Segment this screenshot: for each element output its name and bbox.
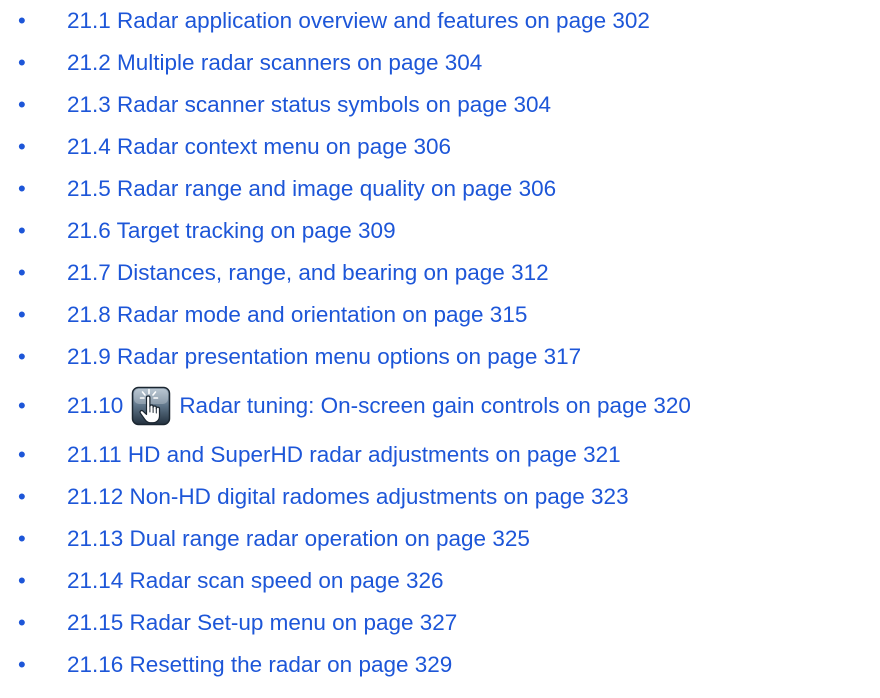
toc-item: • 21.3 Radar scanner status symbols on p… — [18, 84, 868, 126]
toc-item: • 21.6 Target tracking on page 309 — [18, 210, 868, 252]
toc-item: • 21.11 HD and SuperHD radar adjustments… — [18, 434, 868, 476]
toc-link[interactable]: 21.11 HD and SuperHD radar adjustments o… — [67, 434, 621, 476]
toc-link[interactable]: 21.5 Radar range and image quality on pa… — [67, 168, 556, 210]
toc-link-text: Radar tuning: On-screen gain controls on… — [179, 393, 691, 418]
toc-item: • 21.4 Radar context menu on page 306 — [18, 126, 868, 168]
bullet: • — [18, 610, 26, 635]
toc-item: • 21.14 Radar scan speed on page 326 — [18, 560, 868, 602]
toc-item: • 21.1 Radar application overview and fe… — [18, 0, 868, 42]
toc-link[interactable]: 21.6 Target tracking on page 309 — [67, 210, 396, 252]
toc-item: • 21.5 Radar range and image quality on … — [18, 168, 868, 210]
toc-link[interactable]: 21.16 Resetting the radar on page 329 — [67, 644, 452, 686]
toc-item: • 21.13 Dual range radar operation on pa… — [18, 518, 868, 560]
bullet: • — [18, 218, 26, 243]
section-number: 21.10 — [67, 393, 124, 418]
bullet: • — [18, 393, 26, 418]
bullet: • — [18, 442, 26, 467]
table-of-contents: • 21.1 Radar application overview and fe… — [18, 0, 868, 686]
toc-link[interactable]: 21.4 Radar context menu on page 306 — [67, 126, 451, 168]
bullet: • — [18, 92, 26, 117]
bullet: • — [18, 134, 26, 159]
toc-item: • 21.8 Radar mode and orientation on pag… — [18, 294, 868, 336]
toc-item: • 21.2 Multiple radar scanners on page 3… — [18, 42, 868, 84]
toc-link[interactable]: 21.2 Multiple radar scanners on page 304 — [67, 42, 482, 84]
toc-link[interactable]: 21.9 Radar presentation menu options on … — [67, 336, 581, 378]
toc-link[interactable]: 21.12 Non-HD digital radomes adjustments… — [67, 476, 629, 518]
bullet: • — [18, 344, 26, 369]
toc-item: • 21.7 Distances, range, and bearing on … — [18, 252, 868, 294]
bullet: • — [18, 526, 26, 551]
touch-gain-icon — [132, 386, 171, 426]
toc-item: • 21.16 Resetting the radar on page 329 — [18, 644, 868, 686]
toc-link[interactable]: 21.8 Radar mode and orientation on page … — [67, 294, 527, 336]
toc-link[interactable]: 21.3 Radar scanner status symbols on pag… — [67, 84, 551, 126]
toc-link[interactable]: 21.7 Distances, range, and bearing on pa… — [67, 252, 549, 294]
bullet: • — [18, 484, 26, 509]
bullet: • — [18, 568, 26, 593]
toc-item: • 21.12 Non-HD digital radomes adjustmen… — [18, 476, 868, 518]
toc-link[interactable]: 21.14 Radar scan speed on page 326 — [67, 560, 444, 602]
bullet: • — [18, 652, 26, 677]
bullet: • — [18, 260, 26, 285]
toc-link[interactable]: 21.13 Dual range radar operation on page… — [67, 518, 530, 560]
toc-item: • 21.10 Radar tuning: On-screen gain con… — [18, 378, 868, 434]
bullet: • — [18, 50, 26, 75]
toc-link[interactable]: 21.10 Radar tuning: On-screen gain contr… — [67, 378, 691, 434]
bullet: • — [18, 302, 26, 327]
toc-link[interactable]: 21.15 Radar Set-up menu on page 327 — [67, 602, 457, 644]
bullet: • — [18, 176, 26, 201]
toc-link[interactable]: 21.1 Radar application overview and feat… — [67, 0, 650, 42]
bullet: • — [18, 8, 26, 33]
toc-item: • 21.15 Radar Set-up menu on page 327 — [18, 602, 868, 644]
toc-item: • 21.9 Radar presentation menu options o… — [18, 336, 868, 378]
